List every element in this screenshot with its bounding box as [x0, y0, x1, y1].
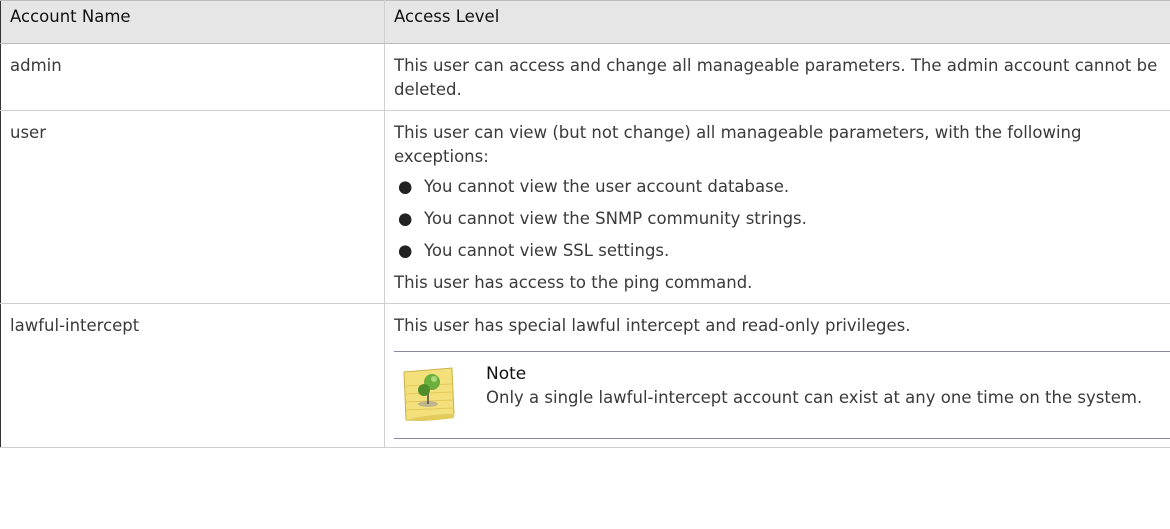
note-callout: Note Only a single lawful-intercept acco… [394, 351, 1170, 439]
table-row-admin: admin This user can access and change al… [0, 43, 1170, 111]
column-header-access-level: Access Level [384, 0, 1170, 44]
list-item: ● You cannot view the SNMP community stri… [394, 207, 1170, 231]
access-description: This user has special lawful intercept a… [394, 316, 911, 335]
list-item-text: You cannot view the SNMP community strin… [424, 209, 807, 228]
access-level-cell: This user has special lawful intercept a… [384, 303, 1170, 448]
exceptions-list: ● You cannot view the user account databa… [394, 175, 1170, 263]
access-level-cell: This user can access and change all mana… [384, 43, 1170, 111]
table-row-lawful-intercept: lawful-intercept This user has special l… [0, 303, 1170, 448]
bullet-icon: ● [398, 177, 413, 196]
column-header-account-name: Account Name [0, 0, 385, 44]
access-level-cell: This user can view (but not change) all … [384, 110, 1170, 304]
list-item-text: You cannot view the user account databas… [424, 177, 790, 196]
sticky-note-pin-icon [403, 367, 455, 421]
note-body: Only a single lawful-intercept account c… [486, 388, 1143, 407]
account-name-cell: user [0, 110, 385, 304]
bullet-icon: ● [398, 241, 413, 260]
list-item: ● You cannot view the user account databa… [394, 175, 1170, 199]
account-name-cell: admin [0, 43, 385, 111]
access-description: This user can view (but not change) all … [394, 123, 1082, 166]
account-name-cell: lawful-intercept [0, 303, 385, 448]
note-content: Note Only a single lawful-intercept acco… [486, 362, 1142, 410]
table-header-row: Account Name Access Level [0, 0, 1170, 44]
account-access-table: Account Name Access Level admin This use… [0, 0, 1170, 448]
bullet-icon: ● [398, 209, 413, 228]
list-item-text: You cannot view SSL settings. [424, 241, 670, 260]
list-item: ● You cannot view SSL settings. [394, 239, 1170, 263]
access-description: This user can access and change all mana… [394, 56, 1158, 99]
table-row-user: user This user can view (but not change)… [0, 110, 1170, 304]
ping-access-text: This user has access to the ping command… [394, 273, 753, 292]
note-heading: Note [486, 364, 527, 384]
